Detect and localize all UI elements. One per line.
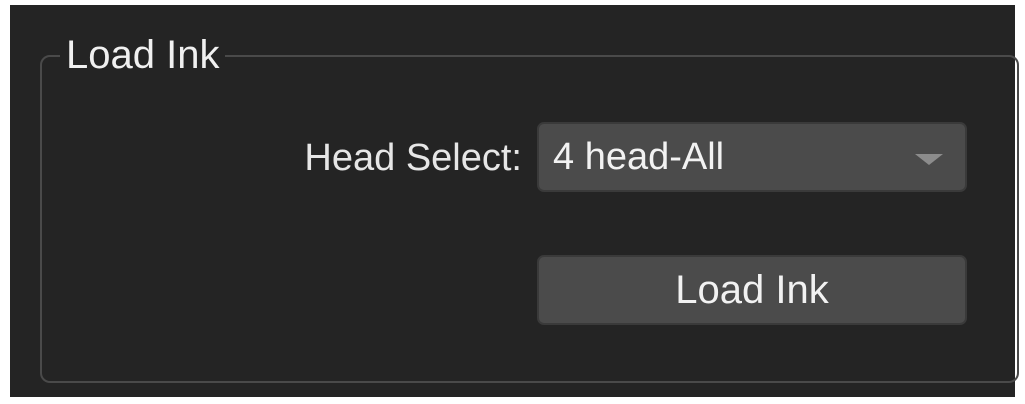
load-ink-groupbox (40, 55, 1019, 383)
head-select-label: Head Select: (304, 137, 522, 179)
group-title: Load Ink (60, 29, 226, 81)
head-select-value: 4 head-All (553, 136, 725, 178)
head-select-dropdown[interactable]: 4 head-All (537, 122, 967, 192)
load-ink-panel: Load Ink Head Select: 4 head-All Load In… (10, 5, 1019, 397)
load-ink-button[interactable]: Load Ink (537, 255, 967, 325)
chevron-down-icon[interactable] (915, 154, 943, 165)
